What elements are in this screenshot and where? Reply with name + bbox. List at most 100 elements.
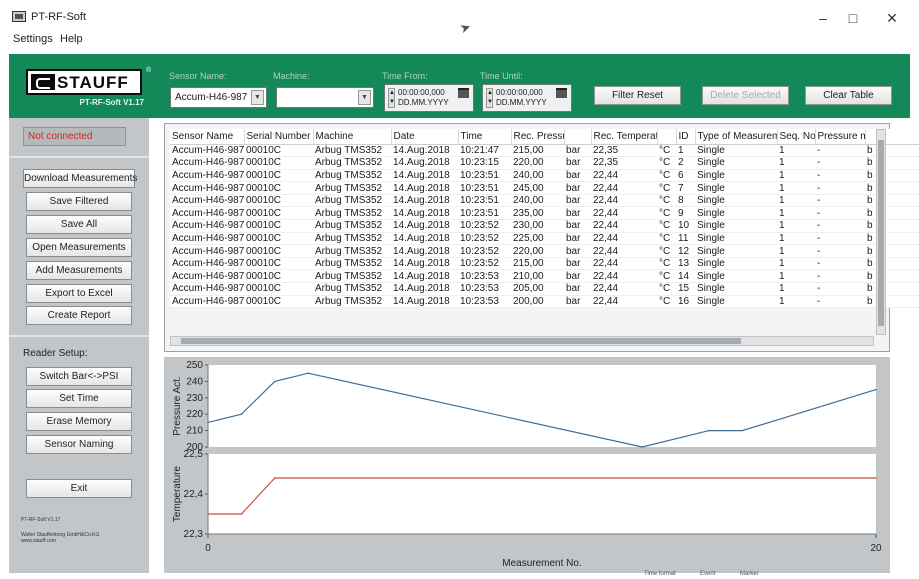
pressure-data-point <box>307 372 309 374</box>
table-cell: °C <box>657 169 676 183</box>
column-header[interactable]: Seq. No. <box>777 129 816 145</box>
export-to-excel-button[interactable]: Export to Excel <box>26 284 132 303</box>
table-row[interactable]: Accum-H46-987 00010C Arbug TMS352 14.Aug.20… <box>170 169 919 183</box>
chevron-down-icon[interactable]: ▼ <box>251 90 264 105</box>
add-measurements-button[interactable]: Add Measurements <box>26 261 132 280</box>
table-cell: 1 <box>777 219 815 233</box>
column-header[interactable]: Type of Measurement <box>695 129 778 145</box>
set-time-button[interactable]: Set Time <box>26 389 132 408</box>
scroll-thumb[interactable] <box>181 338 741 344</box>
column-header[interactable]: Pressure ma <box>815 129 866 145</box>
table-row[interactable]: Accum-H46-987 00010C Arbug TMS352 14.Aug.20… <box>170 206 919 221</box>
table-cell: °C <box>657 282 676 296</box>
pressure-y-tick-label: 230 <box>186 393 203 404</box>
pressure-data-point <box>240 413 243 415</box>
create-report-button[interactable]: Create Report <box>26 306 132 325</box>
table-cell: - <box>815 156 865 170</box>
table-cell: 14 <box>676 269 695 284</box>
table-cell: 1 <box>777 169 815 183</box>
calendar-icon[interactable] <box>458 88 469 98</box>
table-cell: 1 <box>777 181 815 195</box>
table-cell: °C <box>657 219 676 233</box>
table-row[interactable]: Accum-H46-987 00010C Arbug TMS352 14.Aug.20… <box>170 282 919 296</box>
time-from-field[interactable]: ▲ ▼ 00:00:00,000 DD.MM.YYYY <box>384 84 474 112</box>
time-from-spinner[interactable]: ▲ ▼ <box>388 88 395 108</box>
table-row[interactable]: Accum-H46-987 00010C Arbug TMS352 14.Aug.20… <box>170 269 919 284</box>
switch-bar-psi-button[interactable]: Switch Bar<->PSI <box>26 367 132 386</box>
column-header[interactable] <box>865 129 919 145</box>
table-cell: 22,35 <box>591 156 657 170</box>
column-header[interactable]: ID <box>676 129 696 145</box>
column-header[interactable]: Date <box>391 129 459 145</box>
minimize-button[interactable]: – <box>808 8 838 28</box>
table-row[interactable]: Accum-H46-987 00010C Arbug TMS352 14.Aug.20… <box>170 257 919 271</box>
column-header[interactable]: Rec. Temperature <box>591 129 658 145</box>
save-filtered-button[interactable]: Save Filtered <box>26 192 132 211</box>
menu-settings[interactable]: Settings <box>13 33 53 45</box>
time-until-format: DD.MM.YYYY <box>496 98 547 107</box>
table-row[interactable]: Accum-H46-987 00010C Arbug TMS352 14.Aug.20… <box>170 295 919 309</box>
column-header[interactable] <box>657 129 677 145</box>
sensor-name-select[interactable]: Accum-H46-987 ▼ <box>170 87 267 108</box>
table-cell: 14.Aug.2018 <box>391 194 458 208</box>
table-cell: - <box>815 144 865 158</box>
erase-memory-button[interactable]: Erase Memory <box>26 412 132 431</box>
column-header[interactable]: Rec. Pressure <box>511 129 565 145</box>
machine-select[interactable]: ▼ <box>276 87 374 108</box>
chevron-down-icon[interactable]: ▼ <box>358 90 371 105</box>
time-until-spinner[interactable]: ▲ ▼ <box>486 88 493 108</box>
table-cell: - <box>815 206 865 221</box>
column-header[interactable]: Machine <box>313 129 392 145</box>
column-header[interactable]: Sensor Name <box>170 129 245 145</box>
x-tick-label: 0 <box>205 543 211 554</box>
sensor-naming-button[interactable]: Sensor Naming <box>26 435 132 454</box>
table-cell: b <box>865 295 919 309</box>
save-all-button[interactable]: Save All <box>26 215 132 234</box>
table-row[interactable]: Accum-H46-987 00010C Arbug TMS352 14.Aug.20… <box>170 156 919 170</box>
table-cell: °C <box>657 194 676 208</box>
menu-help[interactable]: Help <box>60 33 83 45</box>
delete-selected-button[interactable]: Delete Selected <box>702 86 789 105</box>
table-cell: Accum-H46-987 <box>170 257 244 271</box>
column-header[interactable]: Time <box>458 129 512 145</box>
table-cell: bar <box>564 144 591 158</box>
table-row[interactable]: Accum-H46-987 00010C Arbug TMS352 14.Aug.20… <box>170 181 919 195</box>
clear-table-button[interactable]: Clear Table <box>805 86 892 105</box>
table-row[interactable]: Accum-H46-987 00010C Arbug TMS352 14.Aug.20… <box>170 232 919 246</box>
status-marker: Marker <box>740 571 759 577</box>
maximize-button[interactable]: □ <box>838 8 868 28</box>
scroll-thumb[interactable] <box>878 140 884 326</box>
table-header-row: Sensor Name Serial Number Machine Date T… <box>170 129 919 145</box>
table-cell: 230,00 <box>511 219 564 233</box>
time-from-format: DD.MM.YYYY <box>398 98 449 107</box>
table-row[interactable]: Accum-H46-987 00010C Arbug TMS352 14.Aug.20… <box>170 244 919 258</box>
column-header[interactable]: Serial Number <box>244 129 314 145</box>
table-cell: Accum-H46-987 <box>170 156 244 170</box>
table-cell: 1 <box>777 257 815 271</box>
table-cell: Accum-H46-987 <box>170 194 244 208</box>
table-cell: 220,00 <box>511 244 564 258</box>
horizontal-scrollbar[interactable] <box>170 336 874 346</box>
table-row[interactable]: Accum-H46-987 00010C Arbug TMS352 14.Aug.20… <box>170 219 919 233</box>
calendar-icon[interactable] <box>556 88 567 98</box>
time-until-field[interactable]: ▲ ▼ 00:00:00,000 DD.MM.YYYY <box>482 84 572 112</box>
close-button[interactable]: ✕ <box>877 8 907 28</box>
table-cell: b <box>865 169 919 183</box>
table-cell: 22,44 <box>591 257 657 271</box>
table-cell: - <box>815 194 865 208</box>
table-row[interactable]: Accum-H46-987 00010C Arbug TMS352 14.Aug.20… <box>170 144 919 158</box>
column-header[interactable] <box>564 129 592 145</box>
open-measurements-button[interactable]: Open Measurements <box>26 238 132 257</box>
table-cell: Accum-H46-987 <box>170 144 244 158</box>
exit-button[interactable]: Exit <box>26 479 132 498</box>
table-cell: 00010C <box>244 181 313 195</box>
table-cell: Single <box>695 269 777 284</box>
table-cell: Single <box>695 257 777 271</box>
table-cell: 6 <box>676 169 695 183</box>
download-measurements-button[interactable]: Download Measurements <box>23 169 137 188</box>
table-cell: 10:23:53 <box>458 282 511 296</box>
filter-reset-button[interactable]: Filter Reset <box>594 86 681 105</box>
logo-text: STAUFF <box>57 73 129 92</box>
table-row[interactable]: Accum-H46-987 00010C Arbug TMS352 14.Aug.20… <box>170 194 919 208</box>
vertical-scrollbar[interactable] <box>876 129 886 335</box>
